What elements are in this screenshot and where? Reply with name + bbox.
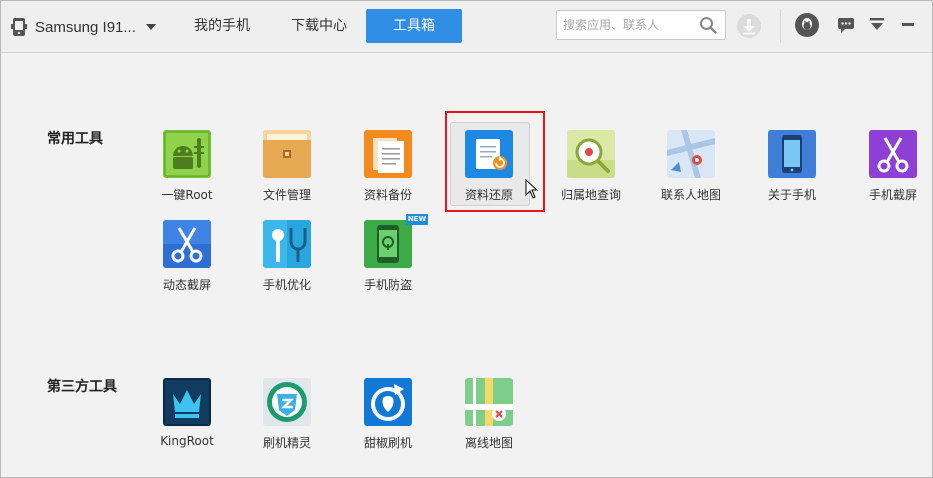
stethoscope-icon xyxy=(263,220,311,268)
documents-icon xyxy=(364,130,412,178)
tool-phone-optimize[interactable]: 手机优化 xyxy=(242,218,332,298)
pepper-refresh-icon xyxy=(364,378,412,426)
offline-map-icon xyxy=(465,378,513,426)
toolbar-divider xyxy=(780,9,781,43)
tool-label: 刷机精灵 xyxy=(262,436,311,450)
scissors-icon xyxy=(163,220,211,268)
search-input[interactable] xyxy=(557,11,697,39)
tool-label: 手机截屏 xyxy=(868,188,917,202)
tool-contacts-map[interactable]: 联系人地图 xyxy=(646,128,736,208)
tool-label: 联系人地图 xyxy=(660,188,721,202)
tab-my-phone[interactable]: 我的手机 xyxy=(181,9,263,43)
tool-data-backup[interactable]: 资料备份 xyxy=(343,128,433,208)
top-bar: Samsung I91... 我的手机 下载中心 工具箱 xyxy=(1,1,932,53)
tool-flash-wizard[interactable]: 刷机精灵 xyxy=(242,376,332,456)
device-selector[interactable]: Samsung I91... xyxy=(11,15,156,39)
tool-label: 关于手机 xyxy=(767,188,816,202)
tool-one-key-root[interactable]: 一键Root xyxy=(142,128,232,208)
minimize-icon[interactable] xyxy=(902,23,914,27)
section-title-third-party-tools: 第三方工具 xyxy=(47,379,117,395)
mouse-cursor-icon xyxy=(525,179,539,199)
menu-dropdown-icon[interactable] xyxy=(870,17,884,31)
download-icon[interactable] xyxy=(736,13,762,39)
tool-about-phone[interactable]: 关于手机 xyxy=(747,128,837,208)
tool-label: 归属地查询 xyxy=(560,188,621,202)
chevron-down-icon xyxy=(145,24,156,30)
tool-label: 手机优化 xyxy=(262,278,311,292)
android-root-icon xyxy=(163,130,211,178)
tool-offline-map[interactable]: 离线地图 xyxy=(444,376,534,456)
folder-icon xyxy=(263,130,311,178)
section-title-common-tools: 常用工具 xyxy=(47,131,103,147)
message-icon[interactable] xyxy=(838,17,854,33)
search-box xyxy=(556,10,726,40)
tool-label: 动态截屏 xyxy=(162,278,211,292)
device-name: Samsung I91... xyxy=(35,18,136,36)
tab-download-center[interactable]: 下载中心 xyxy=(278,9,360,43)
tool-label: 资料备份 xyxy=(363,188,412,202)
tool-file-manager[interactable]: 文件管理 xyxy=(242,128,332,208)
tool-location-lookup[interactable]: 归属地查询 xyxy=(546,128,636,208)
tool-label: KingRoot xyxy=(160,434,214,448)
contacts-map-icon xyxy=(667,130,715,178)
tool-anti-theft[interactable]: NEW 手机防盗 xyxy=(343,214,433,298)
tool-phone-screenshot[interactable]: 手机截屏 xyxy=(848,128,933,208)
tool-label: 一键Root xyxy=(161,188,213,202)
tool-label: 甜椒刷机 xyxy=(363,436,412,450)
tool-label: 离线地图 xyxy=(464,436,513,450)
tool-kingroot[interactable]: KingRoot xyxy=(142,376,232,456)
qq-penguin-icon[interactable] xyxy=(794,12,820,38)
scissors-icon xyxy=(869,130,917,178)
tool-pepper-flash[interactable]: 甜椒刷机 xyxy=(343,376,433,456)
new-badge: NEW xyxy=(406,214,428,225)
location-search-icon xyxy=(567,130,615,178)
search-icon[interactable] xyxy=(699,16,717,34)
tool-label: 文件管理 xyxy=(262,188,311,202)
tab-toolbox[interactable]: 工具箱 xyxy=(366,9,462,43)
kingroot-crown-icon xyxy=(163,378,211,426)
phone-icon xyxy=(11,18,27,36)
antitheft-phone-icon xyxy=(364,220,412,268)
phone-info-icon xyxy=(768,130,816,178)
flash-shield-icon xyxy=(263,378,311,426)
tool-label: 手机防盗 xyxy=(363,278,412,292)
tool-dynamic-screenshot[interactable]: 动态截屏 xyxy=(142,218,232,298)
